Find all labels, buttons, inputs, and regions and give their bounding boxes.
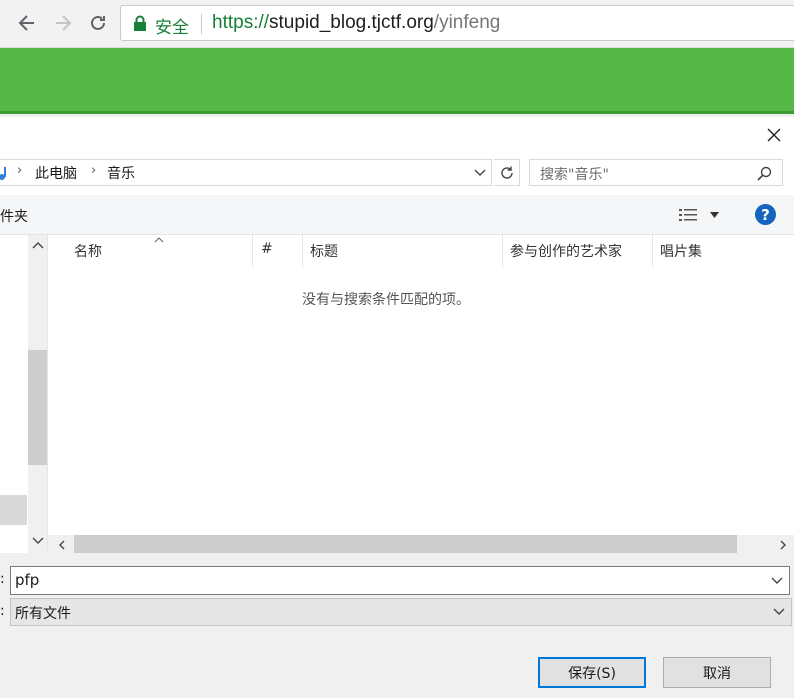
lock-icon bbox=[134, 15, 146, 31]
column-header-number[interactable]: # bbox=[261, 241, 273, 257]
scroll-right-icon[interactable] bbox=[779, 540, 787, 550]
chevron-down-icon[interactable] bbox=[773, 608, 785, 616]
column-divider bbox=[502, 235, 503, 267]
scroll-down-icon[interactable] bbox=[32, 537, 44, 545]
save-button[interactable]: 保存(S) bbox=[538, 657, 646, 688]
filename-value: pfp bbox=[15, 571, 40, 589]
dialog-address-row: › 此电脑 › 音乐 搜索"音乐" bbox=[0, 155, 794, 195]
search-placeholder: 搜索"音乐" bbox=[540, 167, 609, 183]
search-icon bbox=[757, 166, 772, 181]
arrow-right-icon bbox=[56, 15, 72, 31]
column-header-title[interactable]: 标题 bbox=[310, 241, 338, 261]
column-divider bbox=[252, 235, 253, 267]
sort-ascending-icon bbox=[154, 237, 164, 243]
column-divider bbox=[302, 235, 303, 267]
url-host: stupid_blog.tjctf.org bbox=[269, 12, 434, 33]
filetype-value: 所有文件 bbox=[15, 606, 71, 622]
save-dialog: › 此电脑 › 音乐 搜索"音乐" 件夹 ? 名称 # 标题 参与创作的艺术家 … bbox=[0, 117, 794, 698]
close-icon bbox=[767, 128, 781, 142]
nav-scrollbar-thumb[interactable] bbox=[28, 350, 47, 465]
forward-button[interactable] bbox=[50, 10, 76, 36]
caret-down-icon[interactable] bbox=[710, 212, 719, 218]
url-scheme: https:// bbox=[212, 12, 270, 33]
column-header-artist[interactable]: 参与创作的艺术家 bbox=[510, 241, 622, 261]
column-divider bbox=[652, 235, 653, 267]
scroll-left-icon[interactable] bbox=[58, 540, 66, 550]
breadcrumb-music[interactable]: 音乐 bbox=[107, 163, 135, 183]
filename-input[interactable]: pfp bbox=[10, 566, 790, 595]
new-folder-button[interactable]: 件夹 bbox=[0, 206, 28, 226]
url-separator bbox=[201, 14, 202, 34]
dialog-toolbar: 件夹 ? bbox=[0, 195, 794, 235]
back-button[interactable] bbox=[14, 10, 40, 36]
address-bar[interactable]: 安全 https://stupid_blog.tjctf.org/yinfeng bbox=[120, 5, 794, 41]
url-text[interactable]: https://stupid_blog.tjctf.org/yinfeng bbox=[212, 12, 500, 34]
navigation-pane[interactable] bbox=[0, 235, 48, 553]
breadcrumb[interactable]: › 此电脑 › 音乐 bbox=[0, 159, 492, 186]
close-button[interactable] bbox=[762, 123, 786, 147]
chevron-right-icon: › bbox=[17, 163, 23, 178]
chevron-down-icon[interactable] bbox=[474, 169, 486, 177]
column-header-album[interactable]: 唱片集 bbox=[660, 241, 702, 261]
column-header-name[interactable]: 名称 bbox=[74, 241, 102, 261]
secure-label: 安全 bbox=[155, 18, 189, 38]
breadcrumb-this-pc[interactable]: 此电脑 bbox=[35, 163, 77, 183]
search-input[interactable]: 搜索"音乐" bbox=[529, 159, 783, 186]
cancel-button[interactable]: 取消 bbox=[663, 657, 771, 688]
scroll-up-icon[interactable] bbox=[32, 241, 44, 249]
arrow-left-icon bbox=[18, 15, 34, 31]
reload-icon bbox=[91, 15, 105, 30]
filetype-label: : bbox=[0, 603, 5, 619]
music-folder-icon bbox=[0, 167, 6, 180]
reload-button[interactable] bbox=[85, 10, 111, 36]
browser-toolbar: 安全 https://stupid_blog.tjctf.org/yinfeng bbox=[0, 0, 794, 48]
page-header-band bbox=[0, 48, 794, 114]
chevron-right-icon: › bbox=[91, 163, 97, 178]
dialog-titlebar bbox=[0, 117, 794, 155]
filename-label: : bbox=[0, 571, 5, 587]
refresh-button[interactable] bbox=[494, 159, 520, 186]
horizontal-scrollbar-thumb[interactable] bbox=[74, 535, 737, 553]
horizontal-scrollbar[interactable] bbox=[48, 535, 794, 553]
file-list[interactable]: 名称 # 标题 参与创作的艺术家 唱片集 没有与搜索条件匹配的项。 bbox=[48, 235, 794, 535]
nav-selected-item[interactable] bbox=[0, 495, 27, 525]
url-path: /yinfeng bbox=[433, 12, 501, 33]
help-button[interactable]: ? bbox=[755, 204, 776, 225]
filetype-select[interactable]: 所有文件 bbox=[10, 598, 792, 626]
refresh-icon bbox=[500, 166, 513, 179]
chevron-down-icon[interactable] bbox=[771, 577, 783, 585]
view-options-icon[interactable] bbox=[679, 208, 697, 222]
empty-state-message: 没有与搜索条件匹配的项。 bbox=[302, 292, 470, 308]
